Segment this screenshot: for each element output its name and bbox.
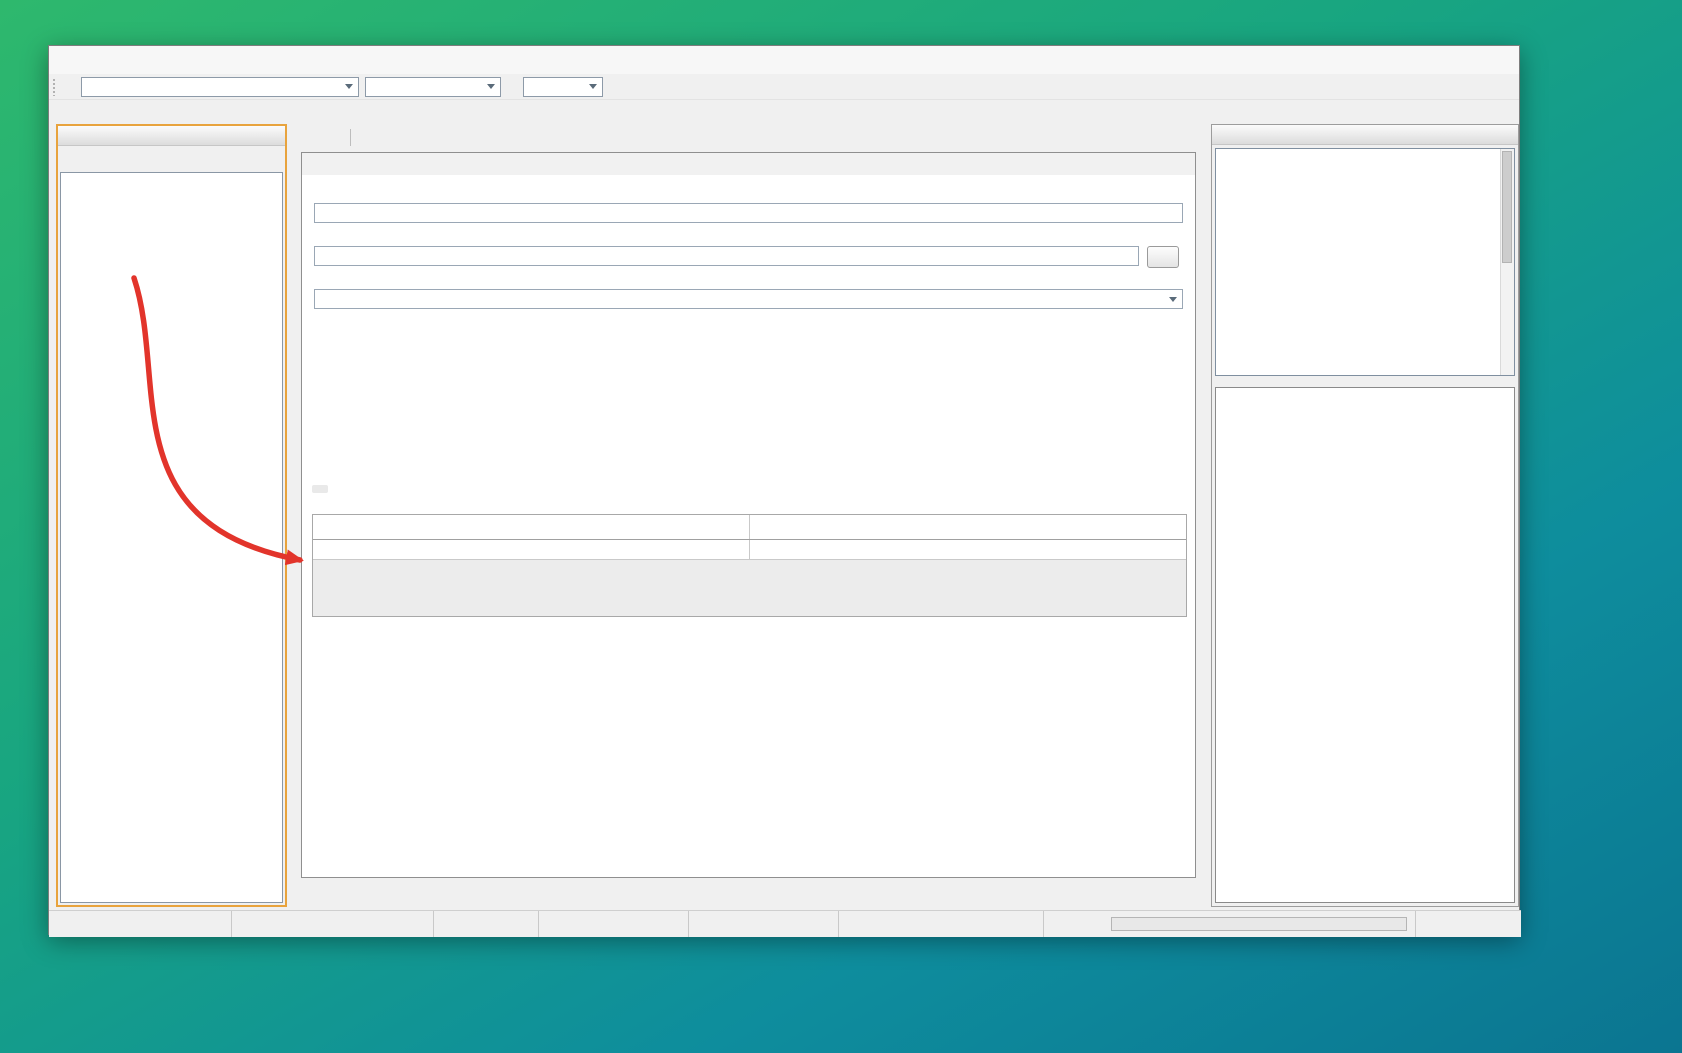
dossier-select[interactable] (81, 77, 359, 97)
status-x-coordinate (539, 911, 689, 937)
photos-table (312, 514, 1187, 617)
report-form (301, 152, 1196, 878)
photos-toolbar (312, 485, 328, 493)
scrollbar-thumb[interactable] (1502, 151, 1512, 263)
column-type[interactable] (313, 515, 750, 539)
project-tree (60, 172, 283, 903)
identification-input[interactable] (314, 203, 1183, 223)
progress-bar (1111, 917, 1407, 931)
chevron-down-icon (1169, 297, 1177, 302)
inventory-select[interactable] (314, 289, 1183, 309)
library-scrollbar[interactable] (1500, 149, 1514, 375)
photos-table-empty-area (313, 560, 1186, 616)
name-browse-button[interactable] (1147, 246, 1179, 268)
project-panel (56, 124, 287, 907)
toolbar-grip[interactable] (52, 78, 57, 96)
save-button[interactable] (304, 135, 321, 139)
status-empty-cell (434, 911, 539, 937)
chevron-down-icon (589, 84, 597, 89)
filter-select[interactable] (523, 77, 603, 97)
main-toolbar (49, 74, 1519, 100)
tab-row (49, 100, 1519, 124)
back-to-overview-button[interactable] (63, 85, 75, 89)
library-panel (1211, 124, 1519, 907)
refresh-icon[interactable] (651, 77, 673, 97)
chevron-down-icon (345, 84, 353, 89)
app-window (48, 45, 1520, 935)
editor-toolbar (296, 124, 351, 150)
refresh-button[interactable] (325, 135, 342, 139)
photos-table-header (313, 515, 1186, 540)
library-list (1215, 148, 1515, 376)
status-clock-cell (1415, 911, 1521, 937)
menu-bar (49, 46, 1519, 74)
status-l-value (839, 911, 1044, 937)
status-bar (49, 910, 1521, 937)
filter-icon[interactable] (619, 77, 641, 97)
lists-button[interactable] (695, 85, 707, 89)
table-row[interactable] (313, 540, 1186, 560)
project-tree-toolbar (58, 146, 285, 171)
library-detail-area (1215, 387, 1515, 903)
language-select[interactable] (365, 77, 501, 97)
main-panel (296, 124, 1203, 907)
status-user-cell (49, 911, 232, 937)
status-y-coordinate (689, 911, 839, 937)
form-header (302, 153, 1195, 175)
status-empty-cell (232, 911, 434, 937)
bottom-tab-strip (296, 882, 1203, 907)
library-panel-titlebar (1212, 125, 1518, 145)
project-panel-titlebar (58, 126, 285, 146)
desktop: { "menu": {"items": ["Bestand", "Bewerke… (0, 0, 1682, 1053)
chevron-down-icon (487, 84, 495, 89)
name-input[interactable] (314, 246, 1139, 266)
